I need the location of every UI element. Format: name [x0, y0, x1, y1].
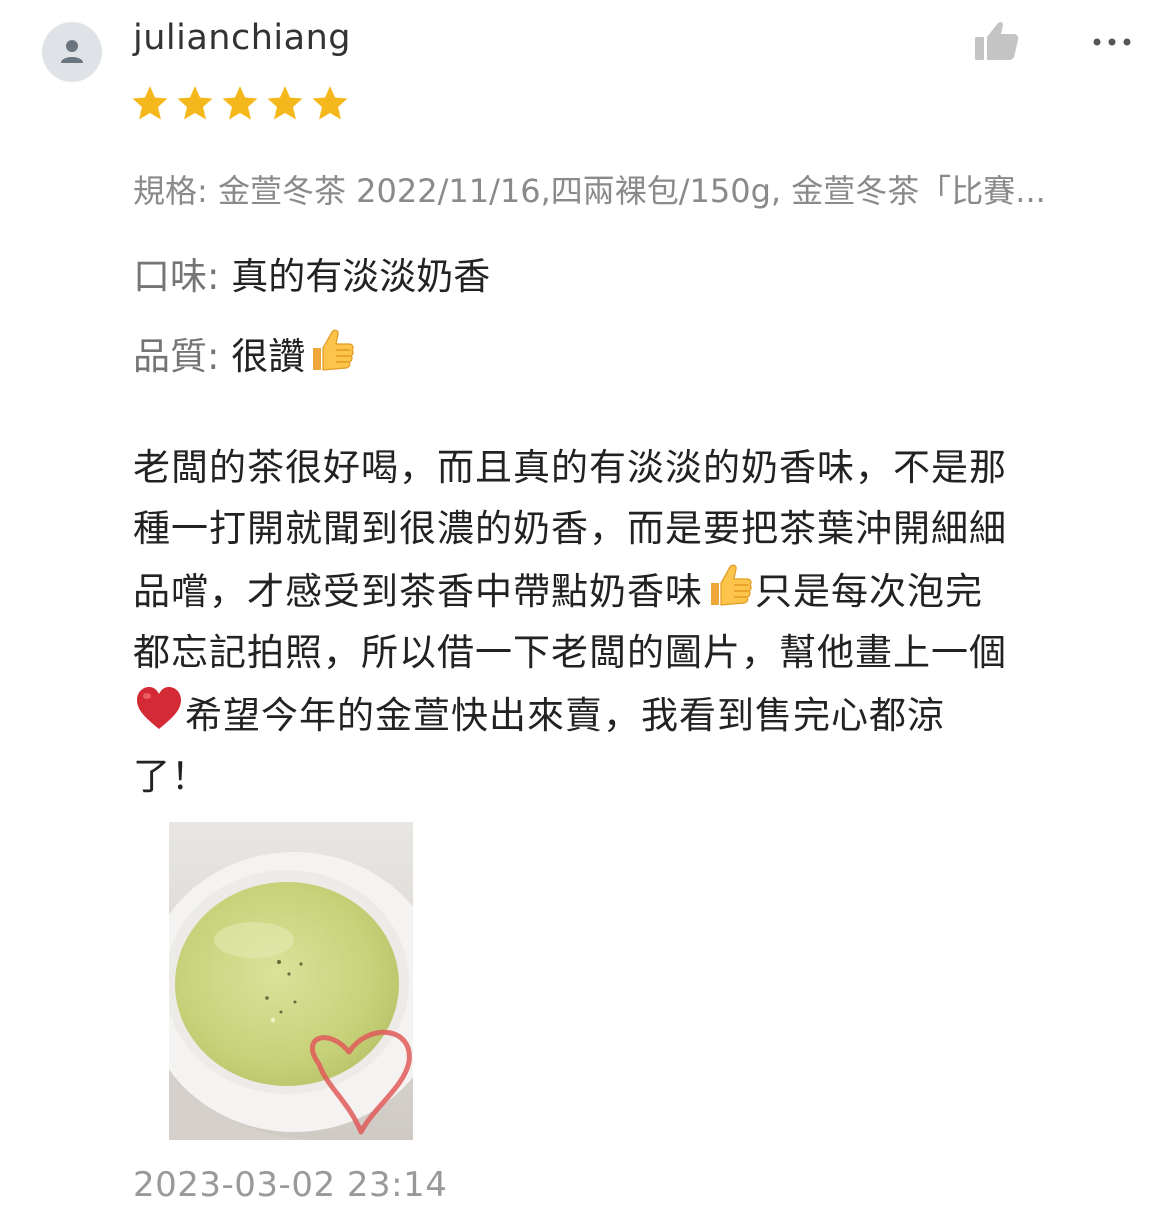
- star-icon: [176, 84, 214, 122]
- more-options-icon: [1093, 38, 1131, 46]
- avatar[interactable]: [42, 22, 102, 82]
- user-silhouette-icon: [61, 40, 83, 63]
- star-icon: [221, 84, 259, 122]
- star-icon: [266, 84, 304, 122]
- review-text: 品嚐，才感受到茶香中帶點奶香味: [133, 570, 703, 613]
- review-text: 只是每次泡完: [755, 570, 983, 613]
- review-text: 希望今年的金萱快出來賣，我看到售完心都涼: [185, 694, 945, 737]
- review-text: 都忘記拍照，所以借一下老闆的圖片，幫他畫上一個: [133, 630, 1007, 674]
- product-spec: 規格: 金萱冬茶 2022/11/16,四兩裸包/150g, 金萱冬茶「比賽..…: [133, 166, 1133, 212]
- review-body-line: 希望今年的金萱快出來賣，我看到售完心都涼: [133, 683, 1133, 747]
- taste-label: 口味:: [133, 255, 220, 298]
- quality-field: 品質: 很讚: [133, 324, 357, 380]
- thumbs-up-emoji: [313, 329, 354, 371]
- like-button[interactable]: [970, 18, 1022, 64]
- review-body-line: 老闆的茶很好喝，而且真的有淡淡的奶香味，不是那: [133, 438, 1133, 499]
- tea-cup-photo: [169, 822, 413, 1140]
- quality-label: 品質:: [133, 335, 220, 378]
- quality-emoji: [305, 329, 357, 378]
- review-body: 老闆的茶很好喝，而且真的有淡淡的奶香味，不是那 種一打開就聞到很濃的奶香，而是要把…: [133, 438, 1133, 807]
- star-icon: [131, 84, 169, 122]
- taste-field: 口味: 真的有淡淡奶香: [133, 246, 490, 300]
- review-body-line: 品嚐，才感受到茶香中帶點奶香味 只是每次泡完: [133, 559, 1133, 623]
- review-timestamp: 2023-03-02 23:14: [133, 1165, 448, 1205]
- thumbs-up-icon: [975, 21, 1019, 61]
- review-body-line: 種一打開就聞到很濃的奶香，而是要把茶葉沖開細細: [133, 499, 1133, 560]
- reviewer-username[interactable]: julianchiang: [133, 18, 351, 58]
- spec-label: 規格:: [133, 172, 208, 210]
- review-text: 老闆的茶很好喝，而且真的有淡淡的奶香味，不是那: [133, 446, 1007, 489]
- review-body-line: 了！: [133, 747, 1133, 808]
- review-text: 種一打開就聞到很濃的奶香，而是要把茶葉沖開細細: [133, 506, 1007, 550]
- spec-value: 金萱冬茶 2022/11/16,四兩裸包/150g, 金萱冬茶「比賽...: [217, 172, 1046, 210]
- quality-value: 很讚: [231, 335, 306, 378]
- more-options-button[interactable]: [1090, 28, 1134, 56]
- thumbs-up-emoji: [711, 564, 752, 606]
- review-text: 了！: [133, 754, 209, 798]
- star-icon: [311, 84, 349, 122]
- review-body-line: 都忘記拍照，所以借一下老闆的圖片，幫他畫上一個: [133, 623, 1133, 684]
- star-rating: [131, 84, 349, 122]
- taste-value: 真的有淡淡奶香: [231, 255, 491, 298]
- red-heart-emoji: [137, 687, 181, 729]
- review-photo[interactable]: [169, 822, 413, 1140]
